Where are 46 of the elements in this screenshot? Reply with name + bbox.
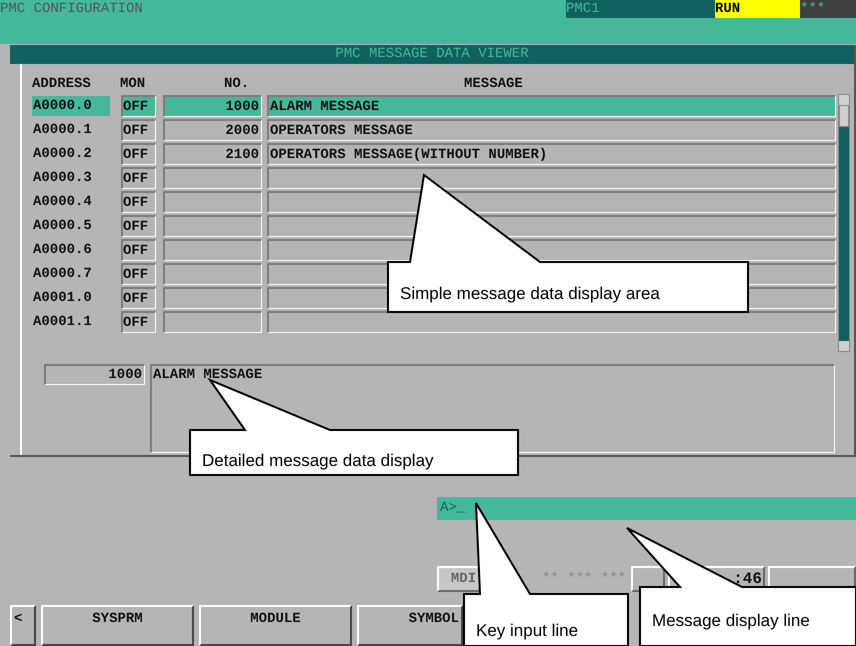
address-cell-text: A0001.1 <box>32 313 93 332</box>
address-cell-text: A0001.0 <box>32 289 93 308</box>
column-header: MESSAGE <box>464 74 523 94</box>
monitor-cell: OFF <box>121 215 156 237</box>
detail-number-field: 1000 <box>44 364 145 385</box>
address-cell: A0000.0 <box>32 96 110 116</box>
callout-text: Message display line <box>652 612 810 629</box>
monitor-cell: OFF <box>121 263 156 285</box>
callout-text: Simple message data display area <box>400 285 660 302</box>
monitor-cell: OFF <box>121 311 156 333</box>
viewer-title: PMC MESSAGE DATA VIEWER <box>10 45 854 64</box>
run-state-label: RUN <box>715 0 800 18</box>
message-cell: ALARM MESSAGE <box>267 95 836 117</box>
column-header: MON <box>120 74 146 94</box>
soft-key[interactable]: SYMBOL <box>357 605 463 646</box>
soft-key[interactable]: SYSPRM <box>41 605 194 646</box>
monitor-cell: OFF <box>121 167 156 189</box>
callout-text: Detailed message data display <box>202 452 434 469</box>
column-header: ADDRESS <box>32 74 92 94</box>
monitor-cell: OFF <box>121 95 156 117</box>
callout-text: Key input line <box>476 622 578 639</box>
address-cell-text: A0000.5 <box>32 217 93 236</box>
screen-title: PMC CONFIGURATION <box>0 2 144 16</box>
message-cell: OPERATORS MESSAGE(WITHOUT NUMBER) <box>267 143 836 165</box>
scrollbar[interactable] <box>838 94 850 352</box>
monitor-cell: OFF <box>121 119 156 141</box>
number-cell: 1000 <box>163 95 262 117</box>
monitor-cell: OFF <box>121 287 156 309</box>
monitor-cell: OFF <box>121 239 156 261</box>
address-cell-text: A0000.6 <box>32 241 93 260</box>
monitor-cell: OFF <box>121 191 156 213</box>
soft-key[interactable]: MODULE <box>199 605 352 646</box>
monitor-cell: OFF <box>121 143 156 165</box>
previous-page-button[interactable]: < <box>10 605 36 646</box>
column-header: NO. <box>224 74 250 94</box>
status-stars: ** *** *** <box>540 570 627 589</box>
alarm-label: *** <box>800 0 856 18</box>
pmc-path-label: PMC1 <box>566 0 715 18</box>
address-cell-text: A0000.7 <box>32 265 93 284</box>
address-cell-text: A0000.2 <box>32 145 93 164</box>
address-cell-text: A0000.3 <box>32 169 93 188</box>
number-cell: 2000 <box>163 119 262 141</box>
address-cell-text: A0000.1 <box>32 121 93 140</box>
message-cell: OPERATORS MESSAGE <box>267 119 836 141</box>
number-cell: 2100 <box>163 143 262 165</box>
address-cell-text: A0000.4 <box>32 193 93 212</box>
